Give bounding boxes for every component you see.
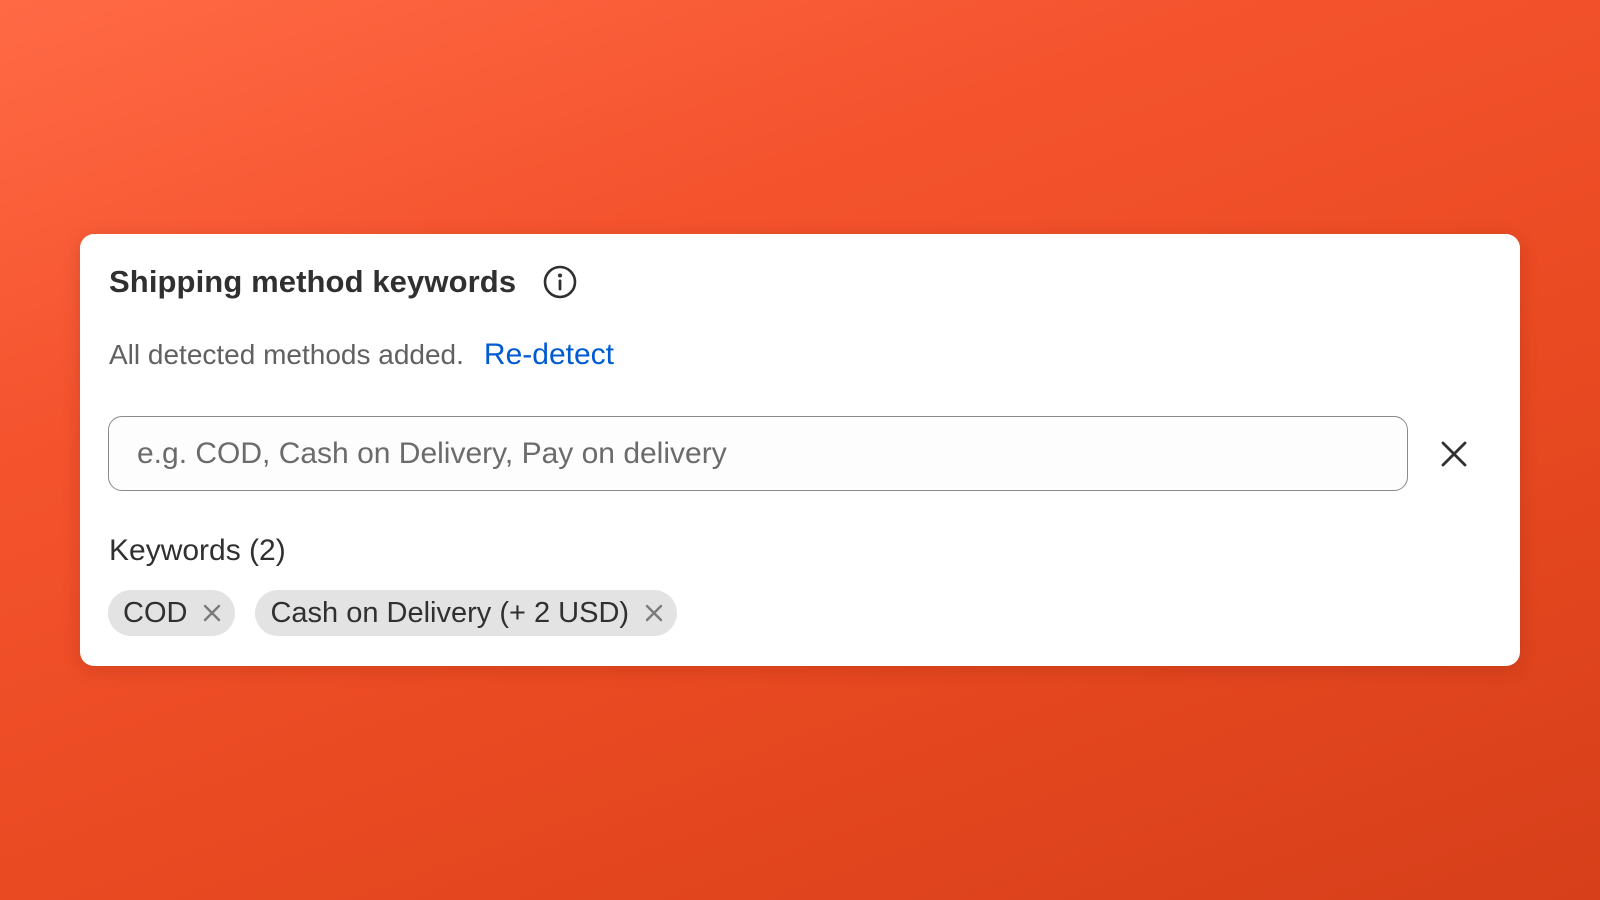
keyword-tag-label: COD — [123, 596, 188, 629]
keyword-tag-label: Cash on Delivery (+ 2 USD) — [270, 596, 630, 629]
keyword-input[interactable] — [109, 417, 1407, 490]
info-icon[interactable] — [543, 265, 577, 299]
clear-input-button[interactable] — [1432, 432, 1476, 476]
redetect-link[interactable]: Re-detect — [484, 338, 614, 372]
keyword-input-wrapper — [108, 416, 1408, 491]
keyword-tag-list: COD Cash on Delivery (+ 2 USD) — [108, 590, 678, 636]
keyword-tag: Cash on Delivery (+ 2 USD) — [255, 590, 678, 636]
keywords-heading: Keywords (2) — [109, 534, 286, 567]
detection-status-text: All detected methods added. — [109, 339, 464, 370]
card-header: Shipping method keywords — [109, 264, 577, 300]
close-icon — [204, 604, 221, 622]
keyword-tag: COD — [108, 590, 236, 636]
detection-status-row: All detected methods added. Re-detect — [109, 338, 614, 372]
close-icon — [645, 604, 663, 622]
close-icon — [1441, 441, 1467, 467]
card-title: Shipping method keywords — [109, 264, 517, 299]
shipping-keywords-card: Shipping method keywords All detected me… — [80, 234, 1520, 666]
remove-tag-button[interactable] — [201, 602, 223, 624]
remove-tag-button[interactable] — [643, 602, 665, 624]
